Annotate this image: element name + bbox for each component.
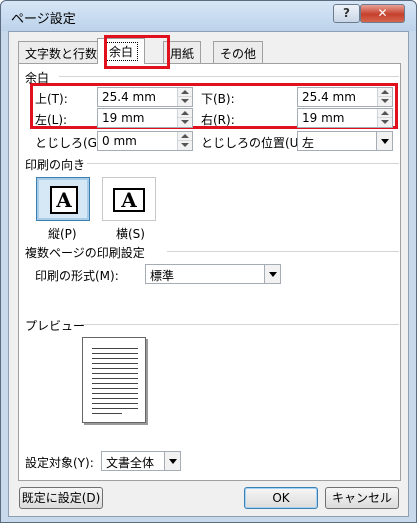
orientation-section-label: 印刷の向き [25, 158, 86, 172]
top-margin-value: 25.4 mm [102, 90, 156, 104]
right-margin-label: 右(R): [201, 113, 235, 127]
preview-section-label: プレビュー [25, 319, 86, 333]
gutter-spinner[interactable]: 0 mm [97, 131, 193, 151]
pages-section-label: 複数ページの印刷設定 [25, 246, 145, 260]
right-margin-spinner[interactable]: 19 mm [297, 108, 393, 128]
landscape-label: 横(S) [116, 227, 145, 241]
bottom-margin-value: 25.4 mm [302, 90, 356, 104]
gutter-value: 0 mm [102, 134, 137, 148]
spinner-arrows[interactable] [177, 109, 192, 127]
gutter-position-select[interactable]: 左 [297, 131, 393, 151]
spinner-arrows[interactable] [177, 88, 192, 106]
apply-to-value: 文書全体 [106, 456, 155, 470]
tab-other[interactable]: その他 [213, 41, 264, 63]
left-margin-label: 左(L): [35, 113, 68, 127]
spin-up-icon[interactable] [181, 90, 189, 94]
cancel-button[interactable]: キャンセル [325, 487, 399, 509]
spin-down-icon[interactable] [181, 99, 189, 103]
spin-down-icon[interactable] [381, 120, 389, 124]
tab-characters-lines[interactable]: 文字数と行数 [18, 41, 105, 63]
preview-page-thumbnail [82, 337, 146, 423]
help-button[interactable]: ? [333, 4, 360, 23]
ok-button[interactable]: OK [244, 487, 318, 509]
apply-to-label: 設定対象(Y): [25, 456, 94, 470]
close-button[interactable]: ✕ [360, 4, 405, 23]
tab-highlight-box [104, 35, 170, 69]
spin-down-icon[interactable] [181, 120, 189, 124]
landscape-page-icon: A [113, 188, 145, 212]
set-as-default-button[interactable]: 既定に設定(D) [19, 487, 103, 509]
print-format-label: 印刷の形式(M): [35, 269, 119, 283]
section-divider [167, 251, 399, 252]
section-divider [59, 76, 399, 77]
spin-up-icon[interactable] [181, 111, 189, 115]
left-margin-spinner[interactable]: 19 mm [97, 108, 193, 128]
bottom-margin-label: 下(B): [201, 92, 235, 106]
spin-up-icon[interactable] [381, 90, 389, 94]
spin-separator [178, 140, 192, 141]
apply-to-select[interactable]: 文書全体 [101, 451, 181, 471]
tab-label: 用紙 [170, 47, 195, 61]
margins-section-label: 余白 [25, 71, 50, 85]
window-title: ページ設定 [11, 12, 76, 27]
portrait-label: 縦(P) [48, 227, 77, 241]
right-margin-value: 19 mm [302, 111, 345, 125]
section-divider [81, 324, 399, 325]
spin-separator [178, 117, 192, 118]
spin-down-icon[interactable] [181, 143, 189, 147]
bottom-margin-spinner[interactable]: 25.4 mm [297, 87, 393, 107]
spin-up-icon[interactable] [381, 111, 389, 115]
spin-separator [178, 96, 192, 97]
top-margin-label: 上(T): [35, 92, 68, 106]
tab-label: 文字数と行数 [25, 47, 98, 61]
chevron-down-icon[interactable] [376, 132, 392, 150]
portrait-page-icon: A [50, 186, 78, 214]
spin-up-icon[interactable] [181, 134, 189, 138]
spinner-arrows[interactable] [177, 132, 192, 150]
left-margin-value: 19 mm [102, 111, 145, 125]
print-format-value: 標準 [150, 269, 175, 283]
spinner-arrows[interactable] [377, 109, 392, 127]
portrait-button[interactable]: A [36, 177, 90, 221]
spinner-arrows[interactable] [377, 88, 392, 106]
tab-label: その他 [220, 47, 257, 61]
spin-down-icon[interactable] [381, 99, 389, 103]
spin-separator [378, 96, 392, 97]
gutter-position-label: とじしろの位置(U): [201, 136, 308, 150]
gutter-label: とじしろ(G): [35, 136, 106, 150]
print-format-select[interactable]: 標準 [145, 264, 281, 284]
dialog-window: ページ設定 ? ✕ 文字数と行数 余白 用紙 その他 余白 上(T): 25.4… [0, 0, 417, 523]
gutter-position-value: 左 [302, 136, 315, 150]
spin-separator [378, 117, 392, 118]
top-margin-spinner[interactable]: 25.4 mm [97, 87, 193, 107]
title-bar[interactable]: ページ設定 ? ✕ [1, 1, 416, 31]
section-divider [87, 163, 399, 164]
chevron-down-icon[interactable] [264, 265, 280, 283]
chevron-down-icon[interactable] [164, 452, 180, 470]
landscape-button[interactable]: A [102, 177, 156, 221]
